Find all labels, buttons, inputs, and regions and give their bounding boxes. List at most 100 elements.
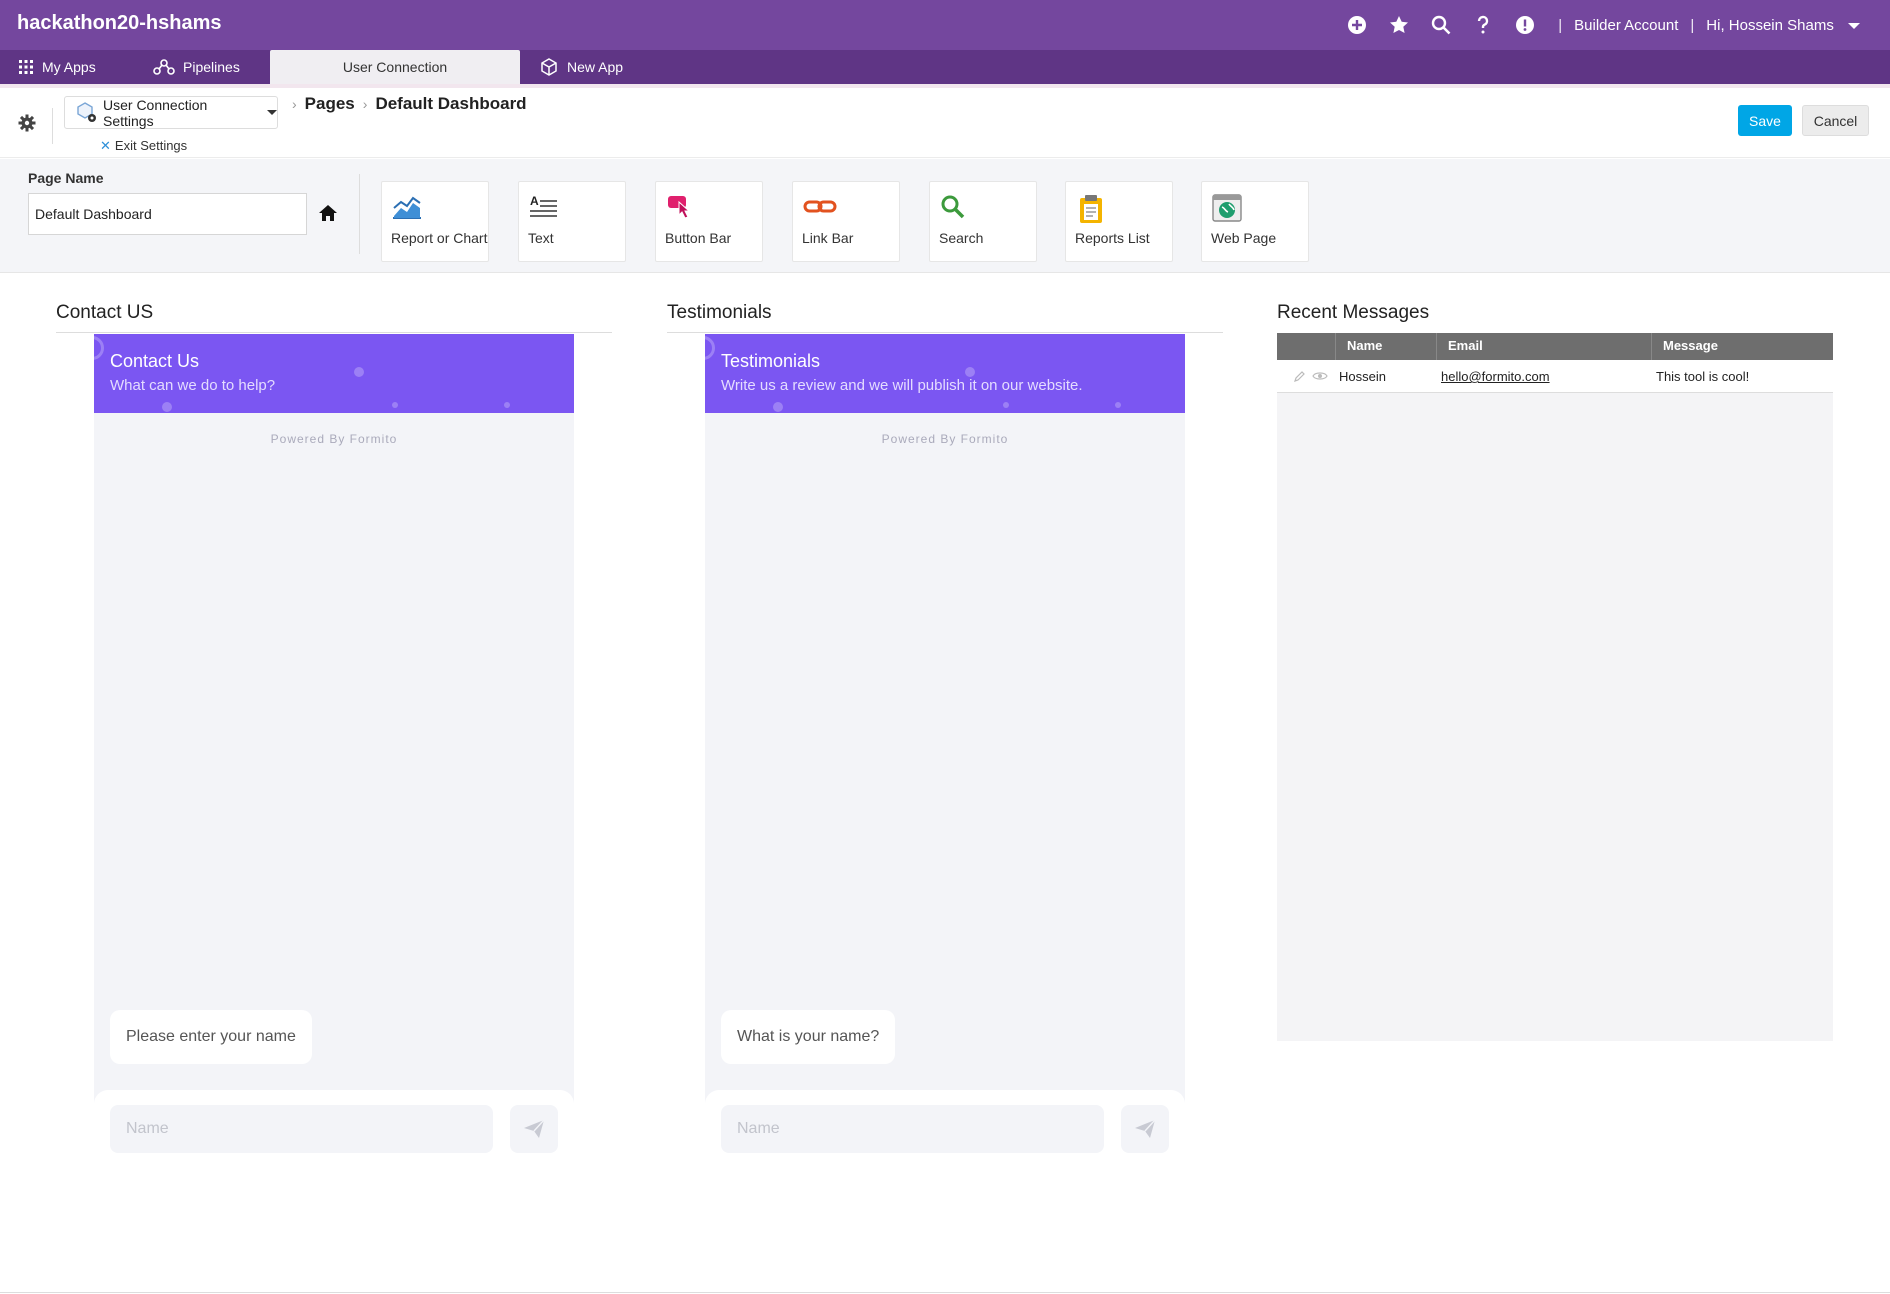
send-icon <box>524 1119 545 1138</box>
form-subtitle: Write us a review and we will publish it… <box>721 377 1083 394</box>
edit-icon[interactable] <box>1293 370 1306 386</box>
table-row[interactable]: Hossein hello@formito.com This tool is c… <box>1277 360 1833 393</box>
pipelines-icon <box>153 59 175 75</box>
widget-button-bar[interactable]: Button Bar <box>655 181 763 262</box>
widget-report-or-chart[interactable]: Report or Chart <box>381 181 489 262</box>
chat-question: What is your name? <box>721 1010 896 1064</box>
cube-settings-icon <box>75 101 99 128</box>
form-header: Testimonials Write us a review and we wi… <box>705 334 1185 413</box>
table-header: Name Email Message <box>1277 333 1833 360</box>
divider <box>52 108 53 144</box>
powered-by[interactable]: Powered By Formito <box>94 432 574 446</box>
separator: | <box>1558 16 1563 34</box>
chevron-down-icon <box>267 110 277 115</box>
contact-form-widget: Contact Us What can we do to help? Power… <box>94 334 574 1168</box>
cell-email-link[interactable]: hello@formito.com <box>1441 369 1550 384</box>
chevron-down-icon <box>1848 22 1860 29</box>
tab-label: User Connection <box>342 59 448 75</box>
column-header-email[interactable]: Email <box>1448 338 1483 353</box>
add-circle-icon[interactable] <box>1346 14 1368 36</box>
home-icon[interactable] <box>318 204 338 227</box>
decoration <box>94 336 104 360</box>
account-label[interactable]: Builder Account <box>1574 17 1678 34</box>
send-button[interactable] <box>1121 1105 1169 1153</box>
cell-message: This tool is cool! <box>1656 369 1750 384</box>
user-menu[interactable]: Hi, Hossein Shams <box>1706 17 1860 34</box>
widget-reports-list[interactable]: Reports List <box>1065 181 1173 262</box>
tab-my-apps[interactable]: My Apps <box>18 50 96 84</box>
svg-text:A: A <box>530 194 539 208</box>
widget-label: Text <box>528 230 554 246</box>
column-header-name[interactable]: Name <box>1347 338 1382 353</box>
alert-icon[interactable] <box>1514 14 1536 36</box>
tab-label: Pipelines <box>183 59 240 75</box>
widget-label: Button Bar <box>665 230 732 246</box>
decoration <box>705 336 715 360</box>
cancel-button[interactable]: Cancel <box>1802 105 1869 136</box>
powered-by[interactable]: Powered By Formito <box>705 432 1185 446</box>
chevron-right-icon: › <box>292 96 297 112</box>
gear-icon[interactable] <box>18 114 36 137</box>
link-icon <box>803 194 839 225</box>
column-header-message[interactable]: Message <box>1663 338 1718 353</box>
breadcrumb-pages[interactable]: Pages <box>305 94 355 114</box>
chevron-right-icon: › <box>362 96 368 112</box>
column-divider <box>1436 333 1437 360</box>
cube-icon <box>541 58 557 76</box>
widget-label: Web Page <box>1211 230 1277 246</box>
widget-label: Search <box>939 230 984 246</box>
button-bar-icon <box>666 194 696 225</box>
name-input[interactable]: Name <box>721 1105 1104 1153</box>
text-icon: A <box>529 194 559 225</box>
chat-composer: Name <box>705 1090 1185 1168</box>
form-subtitle: What can we do to help? <box>110 377 276 394</box>
chart-icon <box>392 194 422 225</box>
tab-pipelines[interactable]: Pipelines <box>153 50 240 84</box>
tab-user-connection[interactable]: User Connection <box>270 50 520 84</box>
column-divider <box>1335 333 1336 360</box>
page-name-label: Page Name <box>28 170 104 186</box>
widget-web-page[interactable]: Web Page <box>1201 181 1309 262</box>
top-actions: | Builder Account | Hi, Hossein Shams <box>1336 0 1860 50</box>
decoration <box>504 402 510 408</box>
recent-messages-table: Name Email Message Hossein hello@formito… <box>1277 333 1833 1041</box>
star-icon[interactable] <box>1388 14 1410 36</box>
panel-title-contact: Contact US <box>56 302 154 323</box>
exit-settings-label: Exit Settings <box>114 138 188 153</box>
breadcrumb-current: Default Dashboard <box>375 94 527 113</box>
widget-search[interactable]: Search <box>929 181 1037 262</box>
tab-label: New App <box>567 59 624 75</box>
testimonials-form-widget: Testimonials Write us a review and we wi… <box>705 334 1185 1168</box>
connection-settings-label: User Connection Settings <box>103 96 208 129</box>
page-name-input[interactable] <box>28 193 307 235</box>
app-name[interactable]: hackathon20-hshams <box>17 12 222 35</box>
send-button[interactable] <box>510 1105 558 1153</box>
exit-settings-link[interactable]: ✕ Exit Settings <box>100 138 187 154</box>
globe-icon <box>1212 194 1242 227</box>
breadcrumb: › Pages › Default Dashboard <box>284 94 527 114</box>
panel-divider <box>56 332 612 333</box>
tab-new-app[interactable]: New App <box>539 50 623 84</box>
decoration <box>1003 402 1009 408</box>
cell-name: Hossein <box>1339 369 1386 384</box>
search-icon[interactable] <box>1430 14 1452 36</box>
decoration <box>773 402 783 412</box>
chat-question: Please enter your name <box>110 1010 312 1064</box>
widget-link-bar[interactable]: Link Bar <box>792 181 900 262</box>
user-greeting: Hi, Hossein Shams <box>1706 16 1834 34</box>
search-icon <box>940 194 970 225</box>
connection-settings-select[interactable]: User Connection Settings <box>64 96 278 129</box>
save-button[interactable]: Save <box>1738 105 1792 136</box>
view-icon[interactable] <box>1312 370 1328 385</box>
divider <box>359 174 360 254</box>
tab-bar: My Apps Pipelines User Connection New Ap… <box>0 50 1890 84</box>
help-icon[interactable] <box>1472 14 1494 36</box>
widget-toolbar: Page Name Report or Chart A Text Button … <box>0 159 1890 273</box>
separator: | <box>1690 16 1695 34</box>
name-input[interactable]: Name <box>110 1105 493 1153</box>
settings-header: User Connection Settings ✕ Exit Settings … <box>0 88 1890 158</box>
decoration <box>354 367 364 377</box>
widget-text[interactable]: A Text <box>518 181 626 262</box>
panel-divider <box>667 332 1223 333</box>
widget-label: Reports List <box>1075 230 1150 246</box>
